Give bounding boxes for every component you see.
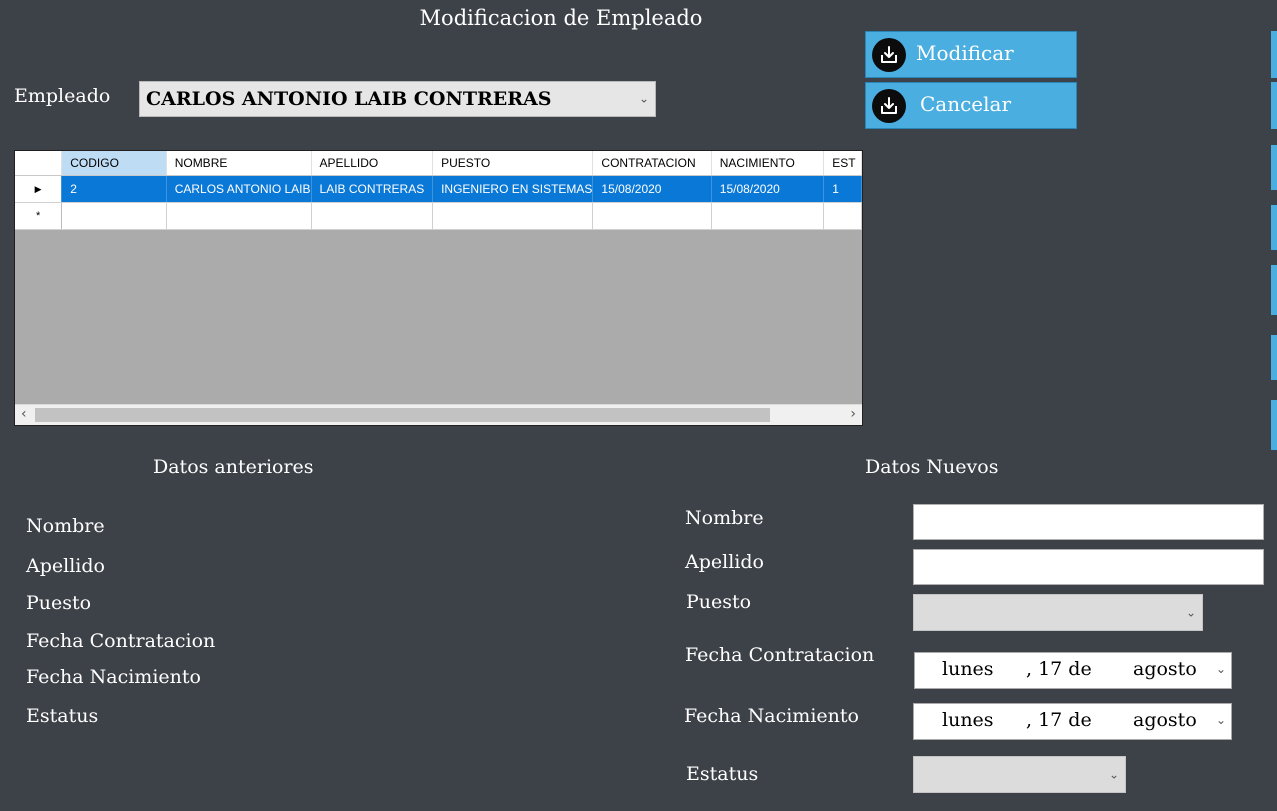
grid-cell[interactable] [311,202,434,230]
current-row-indicator-icon[interactable]: ▶ [15,175,63,203]
grid-cell[interactable]: 15/08/2020 [592,175,712,203]
grid-cell[interactable]: CARLOS ANTONIO LAIB [166,175,312,203]
edge-button-strip [1271,205,1277,250]
download-tray-icon [872,89,906,123]
chevron-down-icon[interactable]: ⌄ [639,91,649,105]
grid-cell[interactable]: 2 [61,175,167,203]
fecha-nacimiento-picker[interactable]: lunes , 17 de agosto ⌄ [913,703,1232,740]
fecha-contratacion-weekday: lunes [942,658,994,680]
new-row[interactable]: * [15,202,862,230]
chevron-down-icon[interactable]: ⌄ [1109,767,1119,781]
grid-cell[interactable] [592,202,712,230]
column-header-nacimiento[interactable]: NACIMIENTO [711,151,825,176]
download-tray-icon [872,38,906,72]
fecha-nacimiento-day: , 17 de [1026,709,1092,731]
new-puesto-label: Puesto [686,591,752,613]
form-title: Modificacion de Empleado [419,6,703,30]
old-puesto-label: Puesto [26,592,92,614]
employee-grid[interactable]: CODIGO NOMBRE APELLIDO PUESTO CONTRATACI… [14,150,863,426]
new-row-indicator-icon[interactable]: * [15,202,63,230]
edge-button-strip [1271,335,1277,380]
fecha-nacimiento-month: agosto [1133,709,1197,731]
new-fecha-contratacion-label: Fecha Contratacion [685,644,875,666]
edge-button-strip [1271,31,1277,78]
employee-label: Empleado [14,85,111,107]
column-header-codigo[interactable]: CODIGO [61,151,167,176]
scroll-left-icon[interactable]: ‹ [21,406,27,422]
nombre-field[interactable] [913,504,1264,540]
old-apellido-label: Apellido [26,555,105,577]
grid-cell[interactable] [432,202,594,230]
fecha-nacimiento-weekday: lunes [942,709,994,731]
cancel-button-label: Cancelar [920,92,1012,116]
edge-button-strip [1271,265,1277,315]
edge-button-strip [1271,82,1277,129]
grid-cell[interactable] [61,202,167,230]
grid-cell[interactable] [711,202,825,230]
new-estatus-label: Estatus [686,763,759,785]
old-estatus-label: Estatus [26,705,99,727]
grid-cell[interactable] [166,202,312,230]
new-nombre-label: Nombre [685,507,764,529]
new-data-heading: Datos Nuevos [865,456,999,478]
fecha-contratacion-picker[interactable]: lunes , 17 de agosto ⌄ [914,652,1232,689]
chevron-down-icon[interactable]: ⌄ [1186,605,1196,619]
grid-cell[interactable]: INGENIERO EN SISTEMAS [432,175,594,203]
grid-cell[interactable]: 15/08/2020 [711,175,825,203]
column-header-contratacion[interactable]: CONTRATACION [592,151,712,176]
grid-header-row: CODIGO NOMBRE APELLIDO PUESTO CONTRATACI… [15,151,862,176]
new-fecha-nacimiento-label: Fecha Nacimiento [684,705,859,727]
horizontal-scrollbar[interactable]: ‹ › [15,404,862,425]
new-apellido-label: Apellido [685,551,764,573]
scrollbar-thumb[interactable] [35,408,770,422]
grid-corner-cell [15,151,63,176]
estatus-combobox[interactable]: ⌄ [913,756,1126,793]
modify-button-label: Modificar [916,41,1014,65]
grid-cell[interactable]: LAIB CONTRERAS [311,175,434,203]
old-fecha-contratacion-label: Fecha Contratacion [26,630,216,652]
column-header-apellido[interactable]: APELLIDO [311,151,434,176]
cancel-button[interactable]: Cancelar [865,82,1077,129]
table-row[interactable]: ▶ 2 CARLOS ANTONIO LAIB LAIB CONTRERAS I… [15,175,862,203]
chevron-down-icon[interactable]: ⌄ [1216,662,1226,676]
fecha-contratacion-day: , 17 de [1026,658,1092,680]
column-header-puesto[interactable]: PUESTO [432,151,594,176]
scroll-right-icon[interactable]: › [850,406,856,422]
puesto-combobox[interactable]: ⌄ [913,594,1203,631]
edge-button-strip [1271,145,1277,190]
column-header-estatus[interactable]: EST [823,151,862,176]
column-header-nombre[interactable]: NOMBRE [166,151,312,176]
grid-cell[interactable]: 1 [823,175,862,203]
apellido-field[interactable] [913,549,1264,585]
edge-button-strip [1271,400,1277,450]
employee-combobox[interactable]: CARLOS ANTONIO LAIB CONTRERAS ⌄ [139,81,656,117]
old-nombre-label: Nombre [26,515,105,537]
old-data-heading: Datos anteriores [153,456,314,478]
employee-combobox-value: CARLOS ANTONIO LAIB CONTRERAS [146,88,552,110]
fecha-contratacion-month: agosto [1133,658,1197,680]
old-fecha-nacimiento-label: Fecha Nacimiento [26,666,201,688]
grid-cell[interactable] [823,202,862,230]
chevron-down-icon[interactable]: ⌄ [1216,713,1226,727]
modify-button[interactable]: Modificar [865,31,1077,78]
